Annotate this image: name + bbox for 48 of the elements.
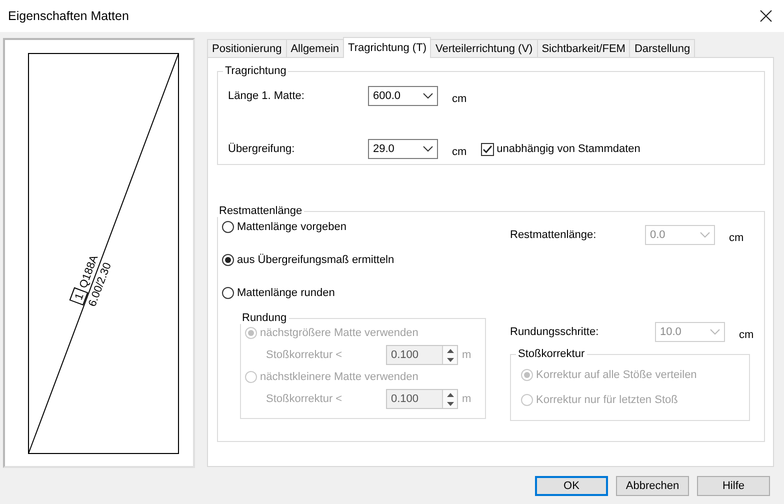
- tab[interactable]: Verteilerrichtung (V): [430, 39, 538, 57]
- close-icon[interactable]: [760, 10, 772, 22]
- unit-label: cm: [452, 93, 467, 105]
- checkbox[interactable]: [480, 142, 494, 156]
- field-label: Stoßkorrektur <: [266, 349, 344, 361]
- chevron-icon: [423, 93, 433, 99]
- radio-label: Korrektur nur für letzten Stoß: [536, 394, 678, 406]
- field-label: Restmattenlänge:: [510, 229, 598, 241]
- group-title: Rundung: [241, 312, 288, 324]
- field-label: Übergreifung:: [228, 143, 296, 155]
- unit-label: cm: [729, 232, 744, 244]
- dialog-button[interactable]: Hilfe: [697, 476, 770, 496]
- chevron-icon: [700, 232, 710, 238]
- dropdown-field[interactable]: 600.0: [368, 86, 438, 106]
- checkbox-label: unabhängig von Stammdaten: [496, 143, 640, 155]
- unit-label: cm: [739, 329, 754, 341]
- unit-label: m: [462, 349, 472, 361]
- group-title: Restmattenlänge: [218, 205, 304, 217]
- field-label: Rundungsschritte:: [510, 326, 600, 338]
- group-title: Stoßkorrektur: [517, 348, 586, 360]
- tab[interactable]: Allgemein: [286, 39, 344, 57]
- down-arrow-icon[interactable]: [446, 402, 454, 406]
- window-title: Eigenschaften Matten: [8, 9, 129, 23]
- field-label: Länge 1. Matte:: [228, 90, 306, 102]
- tab[interactable]: Tragrichtung (T): [343, 37, 432, 58]
- chevron-icon: [710, 329, 720, 335]
- tab[interactable]: Positionierung: [207, 39, 287, 57]
- dialog-button[interactable]: Abbrechen: [616, 476, 689, 496]
- unit-label: m: [462, 393, 472, 405]
- group-title: Tragrichtung: [224, 65, 288, 77]
- dialog-button[interactable]: OK: [535, 476, 608, 496]
- tab[interactable]: Darstellung: [629, 39, 696, 57]
- field-label: Stoßkorrektur <: [266, 393, 344, 405]
- dropdown-field[interactable]: 29.0: [368, 139, 438, 159]
- radio-button[interactable]: [222, 221, 234, 233]
- radio-label: nächstkleinere Matte verwenden: [260, 371, 418, 383]
- radio-button[interactable]: [222, 254, 234, 266]
- up-arrow-icon[interactable]: [446, 392, 454, 396]
- down-arrow-icon[interactable]: [446, 358, 454, 362]
- unit-label: cm: [452, 146, 467, 158]
- chevron-icon: [423, 146, 433, 152]
- radio-label: Mattenlänge runden: [237, 287, 335, 299]
- radio-button[interactable]: [222, 287, 234, 299]
- radio-label: Korrektur auf alle Stöße verteilen: [536, 368, 697, 380]
- radio-label: Mattenlänge vorgeben: [237, 221, 346, 233]
- radio-label: nächstgrößere Matte verwenden: [260, 327, 418, 339]
- up-arrow-icon[interactable]: [446, 348, 454, 352]
- radio-label: aus Übergreifungsmaß ermitteln: [237, 254, 394, 266]
